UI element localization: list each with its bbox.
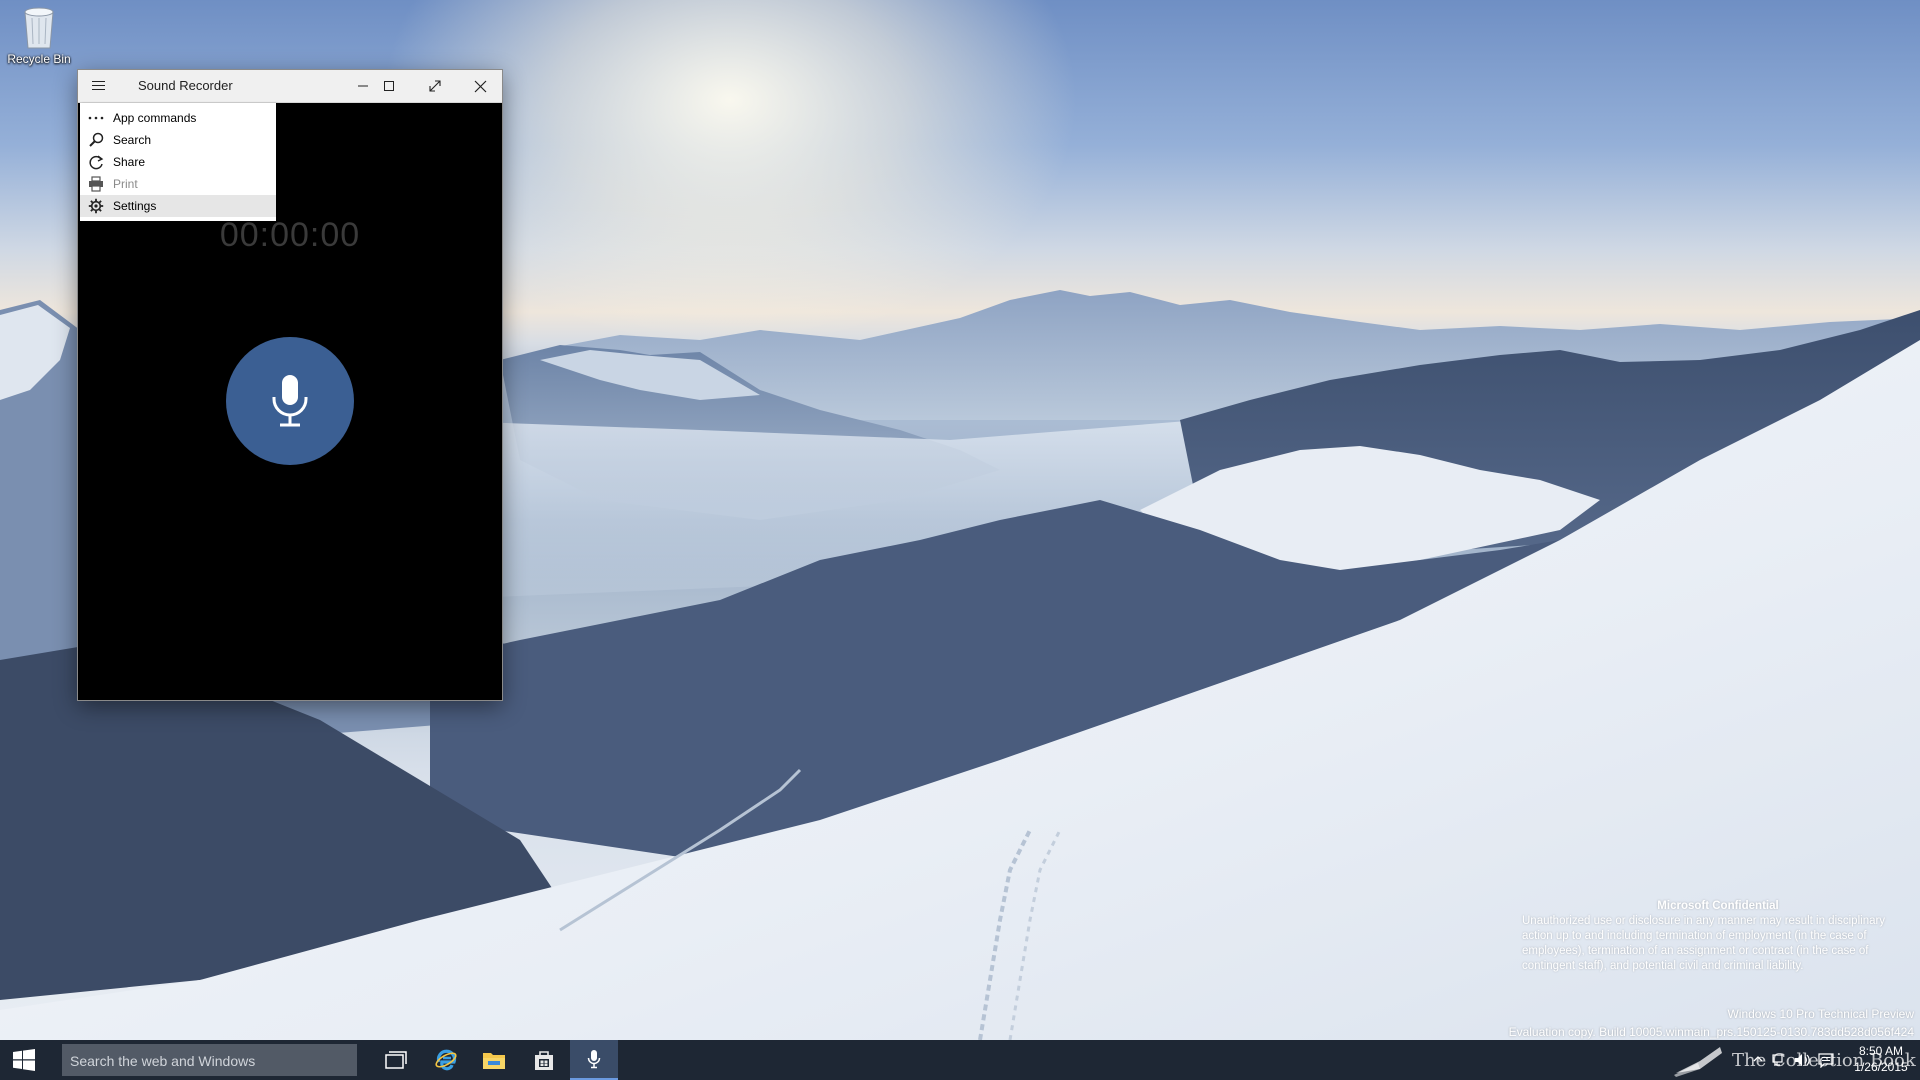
more-dots-icon (88, 116, 104, 120)
menu-item-print[interactable]: Print (80, 173, 276, 195)
microphone-icon (587, 1050, 601, 1069)
close-icon (474, 80, 486, 92)
close-button[interactable] (458, 70, 502, 102)
taskbar-sound-recorder[interactable] (570, 1040, 618, 1080)
taskbar-file-explorer[interactable] (470, 1040, 518, 1080)
edition-label: Windows 10 Pro Technical Preview (1727, 1007, 1914, 1021)
taskbar-search-box[interactable]: Search the web and Windows (62, 1044, 357, 1076)
maximize-icon (384, 81, 394, 91)
menu-item-search[interactable]: Search (80, 129, 276, 151)
confidential-watermark: Microsoft Confidential Unauthorized use … (1522, 899, 1914, 974)
start-button[interactable] (0, 1040, 48, 1080)
taskbar: Search the web and Windows The Collectio… (0, 1040, 1920, 1080)
menu-item-label: App commands (113, 111, 197, 125)
internet-explorer-icon (435, 1049, 457, 1071)
record-button[interactable] (226, 337, 354, 465)
menu-item-app-commands[interactable]: App commands (80, 107, 276, 129)
system-tray: The Collection Book 8:50 AM 1/26/2015 (1640, 1040, 1920, 1080)
clock-time: 8:50 AM (1858, 1044, 1904, 1058)
volume-icon[interactable] (1794, 1052, 1812, 1068)
menu-item-label: Share (113, 155, 146, 169)
expand-diagonal-icon (429, 80, 441, 92)
build-info: Windows 10 Pro Technical Preview Evaluat… (1509, 1005, 1914, 1041)
taskbar-store[interactable] (520, 1040, 568, 1080)
taskbar-clock[interactable]: 8:50 AM 1/26/2015 (1848, 1043, 1914, 1075)
watermark-body: Unauthorized use or disclosure in any ma… (1522, 915, 1886, 972)
build-label: Evaluation copy. Build 10005.winmain_prs… (1508, 1025, 1914, 1039)
recycle-bin[interactable]: Recycle Bin (4, 4, 74, 76)
menu-item-label: Search (113, 133, 152, 147)
menu-item-settings[interactable]: Settings (80, 195, 276, 217)
print-icon (89, 176, 103, 192)
clock-date: 1/26/2015 (1854, 1060, 1908, 1074)
app-commands-menu: App commands Search Share Print Settings (80, 103, 276, 221)
share-icon (89, 155, 104, 170)
recording-timer: 00:00:00 (219, 216, 361, 254)
recycle-bin-label: Recycle Bin (7, 52, 71, 66)
action-center-icon[interactable] (1818, 1052, 1834, 1068)
search-icon (89, 132, 104, 147)
window-title: Sound Recorder (138, 78, 233, 93)
microphone-icon (272, 375, 308, 427)
book-logo-icon (1674, 1047, 1722, 1077)
title-bar[interactable]: Sound Recorder (78, 70, 502, 103)
task-view-button[interactable] (372, 1040, 420, 1080)
menu-item-share[interactable]: Share (80, 151, 276, 173)
full-screen-button[interactable] (412, 70, 458, 102)
gear-icon (88, 198, 104, 214)
store-bag-icon (535, 1051, 553, 1070)
menu-item-label: Settings (113, 199, 157, 213)
taskbar-internet-explorer[interactable] (422, 1040, 470, 1080)
task-view-icon (385, 1051, 407, 1069)
hamburger-menu-button[interactable] (88, 78, 108, 94)
folder-icon (483, 1053, 505, 1069)
recycle-bin-icon (24, 7, 54, 49)
watermark-title: Microsoft Confidential (1657, 900, 1779, 912)
chevron-up-icon[interactable] (1753, 1052, 1763, 1066)
maximize-button[interactable] (366, 70, 412, 102)
menu-item-label: Print (113, 177, 138, 191)
network-icon[interactable] (1772, 1052, 1788, 1068)
windows-logo-icon (13, 1049, 35, 1071)
